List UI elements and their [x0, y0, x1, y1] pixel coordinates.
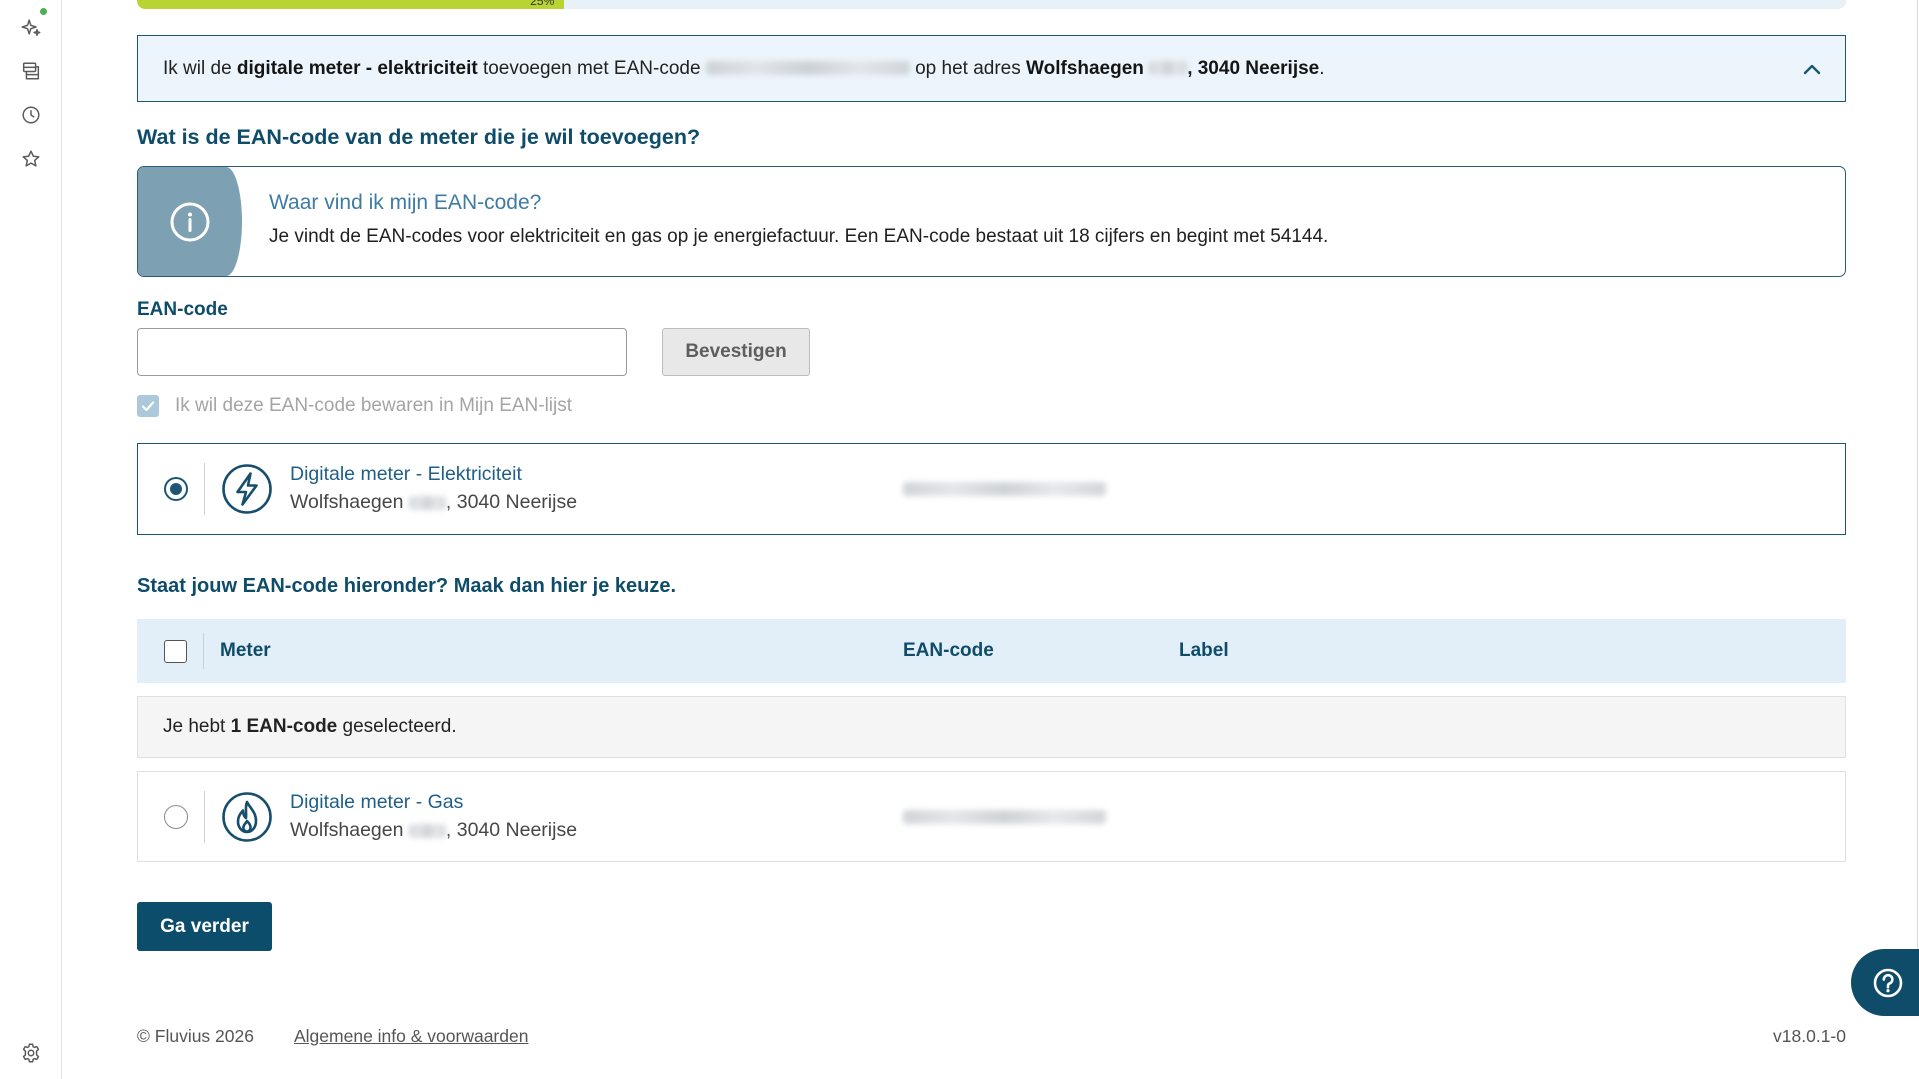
- progress-bar: 25%: [137, 0, 1846, 9]
- meter-address: Wolfshaegen , 3040 Neerijse: [290, 490, 577, 514]
- terms-link[interactable]: Algemene info & voorwaarden: [294, 1025, 528, 1047]
- list-title: Staat jouw EAN-code hieronder? Maak dan …: [137, 575, 677, 597]
- summary-end: .: [1319, 57, 1325, 79]
- summary-ean-intro: toevoegen met EAN-code: [482, 57, 701, 79]
- selected-meter-card[interactable]: Digitale meter - Elektriciteit Wolfshaeg…: [137, 443, 1846, 535]
- info-title: Waar vind ik mijn EAN-code?: [269, 191, 542, 214]
- address-postal-city: , 3040 Neerijse: [445, 819, 578, 841]
- sidebar-item-settings[interactable]: [11, 1033, 51, 1073]
- page-title: Wat is de EAN-code van de meter die je w…: [137, 125, 701, 149]
- divider: [203, 633, 204, 669]
- table-header: Meter EAN-code Label: [137, 619, 1846, 683]
- selection-summary: Je hebt 1 EAN-code geselecteerd.: [137, 696, 1846, 758]
- divider: [204, 790, 205, 843]
- address-street: Wolfshaegen: [290, 491, 404, 513]
- chevron-up-icon[interactable]: [1795, 52, 1829, 86]
- summary-street: Wolfshaegen: [1026, 57, 1144, 79]
- address-postal-city: , 3040 Neerijse: [445, 491, 578, 513]
- progress-fill: 25%: [137, 0, 565, 9]
- selection-prefix: Je hebt: [163, 716, 226, 737]
- select-all-checkbox[interactable]: [164, 640, 187, 663]
- app-version: v18.0.1-0: [1773, 1026, 1846, 1046]
- info-icon: [169, 201, 211, 243]
- sparkle-icon: [20, 16, 42, 38]
- help-button[interactable]: [1851, 949, 1919, 1016]
- electricity-icon: [222, 464, 272, 514]
- divider: [204, 463, 205, 515]
- redacted-house-number: [408, 495, 446, 510]
- redacted-ean-code: [705, 61, 910, 76]
- summary-intro: Ik wil de: [163, 57, 232, 79]
- history-icon: [20, 104, 42, 126]
- column-header-meter: Meter: [220, 640, 271, 661]
- redacted-ean-code: [903, 809, 1106, 824]
- redacted-house-number: [408, 823, 446, 838]
- redacted-house-number: [1149, 61, 1188, 76]
- ean-code-input[interactable]: [137, 328, 627, 376]
- notification-dot: [40, 8, 47, 15]
- page-edge-divider: [1917, 0, 1918, 949]
- address-street: Wolfshaegen: [290, 819, 404, 841]
- meter-title: Digitale meter - Elektriciteit: [290, 463, 522, 485]
- meter-address: Wolfshaegen , 3040 Neerijse: [290, 818, 577, 842]
- column-header-label: Label: [1179, 640, 1229, 661]
- meter-radio[interactable]: [164, 804, 188, 829]
- save-ean-checkbox[interactable]: [137, 395, 159, 417]
- gas-flame-icon: [222, 791, 272, 842]
- sidebar-item-storage[interactable]: [11, 51, 51, 91]
- ean-field-label: EAN-code: [137, 299, 228, 320]
- sidebar-item-sparkle[interactable]: [11, 7, 51, 47]
- summary-meter-type: digitale meter - elektriciteit: [236, 57, 478, 79]
- meter-radio[interactable]: [164, 477, 188, 501]
- confirm-button[interactable]: Bevestigen: [662, 328, 810, 376]
- storage-icon: [20, 60, 42, 82]
- star-icon: [20, 148, 42, 170]
- sidebar-item-favorites[interactable]: [11, 139, 51, 179]
- summary-postal-city: , 3040 Neerijse: [1187, 57, 1320, 79]
- progress-label: 25%: [530, 0, 555, 8]
- summary-address-intro: op het adres: [915, 57, 1021, 79]
- save-ean-label: Ik wil deze EAN-code bewaren in Mijn EAN…: [175, 395, 573, 416]
- selection-count: 1 EAN-code: [230, 716, 338, 737]
- info-panel: [138, 167, 242, 276]
- column-header-ean: EAN-code: [903, 640, 994, 661]
- info-text: Je vindt de EAN-codes voor elektriciteit…: [269, 226, 1329, 247]
- redacted-ean-code: [903, 482, 1106, 496]
- selection-suffix: geselecteerd.: [342, 716, 457, 737]
- settings-icon: [20, 1042, 42, 1064]
- checkmark-icon: [141, 401, 155, 412]
- help-icon: [1873, 968, 1903, 997]
- table-row[interactable]: Digitale meter - Gas Wolfshaegen , 3040 …: [137, 771, 1846, 862]
- meter-title: Digitale meter - Gas: [290, 791, 464, 813]
- summary-text: Ik wil de digitale meter - elektriciteit…: [163, 57, 1325, 81]
- info-callout: Waar vind ik mijn EAN-code? Je vindt de …: [137, 166, 1846, 277]
- request-summary[interactable]: Ik wil de digitale meter - elektriciteit…: [137, 35, 1846, 102]
- footer-copyright: © Fluvius 2026: [137, 1026, 254, 1046]
- sidebar-item-history[interactable]: [11, 95, 51, 135]
- left-sidebar: [0, 0, 62, 1079]
- continue-button[interactable]: Ga verder: [137, 902, 272, 951]
